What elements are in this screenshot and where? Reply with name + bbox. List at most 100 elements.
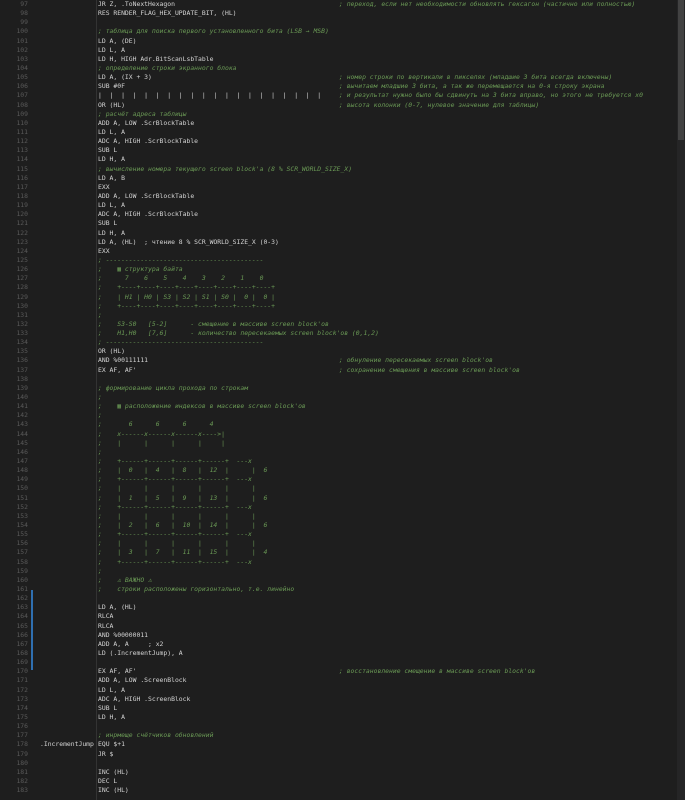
vertical-scrollbar[interactable]	[677, 0, 685, 800]
code-line[interactable]: 114 LD H, A	[0, 155, 685, 164]
code-line[interactable]: 107 | | | | | | | | | | | | | | | | | | |…	[0, 91, 685, 100]
code-line[interactable]: 146;	[0, 448, 685, 457]
code-comment: ; сохранение смещения в массиве screen b…	[339, 365, 520, 374]
code-line[interactable]: 153 ; | | | | | |	[0, 512, 685, 521]
code-text: EX AF, AF'	[98, 667, 137, 676]
scrollbar-thumb[interactable]	[678, 0, 684, 140]
code-line[interactable]: 173 ADC A, HIGH .ScreenBlock	[0, 695, 685, 704]
code-line[interactable]: 138	[0, 375, 685, 384]
code-line[interactable]: 116 LD A, B	[0, 174, 685, 183]
code-line[interactable]: 156 ; | | | | | |	[0, 539, 685, 548]
code-line[interactable]: 136 AND %00111111 ; обнуление пересекаемых…	[0, 356, 685, 365]
code-line[interactable]: 147 ; +------+------+------+------+ ---x	[0, 457, 685, 466]
code-line[interactable]: 135 OR (HL)	[0, 347, 685, 356]
code-line[interactable]: 105 LD A, (IX + 3) ; номер строки по верти…	[0, 73, 685, 82]
code-line[interactable]: 142;	[0, 411, 685, 420]
code-line[interactable]: 159;	[0, 567, 685, 576]
code-line[interactable]: 132 ; S3-S0 [5-2] - смещение в массиве sc…	[0, 320, 685, 329]
code-line[interactable]: 100 ; таблица для поиска первого установл…	[0, 27, 685, 36]
code-line[interactable]: 160 ; ⚠ ВАЖНО ⚠	[0, 576, 685, 585]
code-line[interactable]: 179 JR $	[0, 750, 685, 759]
code-line[interactable]: 126 ; ▦ структура байта	[0, 265, 685, 274]
code-line[interactable]: 177 ; инрмеще счётчиков обновлений	[0, 731, 685, 740]
code-line[interactable]: 162	[0, 594, 685, 603]
code-line[interactable]: 97 JR Z, .ToNextHexagon ; переход, если не…	[0, 0, 685, 9]
code-line[interactable]: 181 INC (HL)	[0, 768, 685, 777]
line-number: 159	[16, 566, 28, 575]
code-line[interactable]: 131;	[0, 311, 685, 320]
line-number: 136	[16, 356, 28, 365]
code-line[interactable]: 109 ; расчёт адреса таблицы	[0, 110, 685, 119]
code-line[interactable]: 125 ; -----------------------------------…	[0, 256, 685, 265]
code-line[interactable]: 151 ; | 1 | 5 | 9 | 13 | | 6	[0, 494, 685, 503]
code-line[interactable]: 139 ; формирование цикла прохода по строк…	[0, 384, 685, 393]
code-line[interactable]: 110 ADD A, LOW .ScrBlockTable	[0, 119, 685, 128]
code-line[interactable]: 128 ; +----+----+----+----+----+----+----…	[0, 283, 685, 292]
code-line[interactable]: 174 SUB L	[0, 704, 685, 713]
code-line[interactable]: 130 ; +----+----+----+----+----+----+----…	[0, 302, 685, 311]
code-lines[interactable]: 97 JR Z, .ToNextHexagon ; переход, если не…	[0, 0, 685, 795]
code-line[interactable]: 133 ; H1,H0 [7,6] - количество пересекаем…	[0, 329, 685, 338]
code-line[interactable]: 103 LD H, HIGH Adr.BitScanLsbTable	[0, 55, 685, 64]
code-line[interactable]: 172 LD L, A	[0, 686, 685, 695]
code-line[interactable]: 157 ; | 3 | 7 | 11 | 15 | | 4	[0, 548, 685, 557]
code-line[interactable]: 123 LD A, (HL) ; чтение 8 % SCR_WORLD_SIZ…	[0, 238, 685, 247]
code-line[interactable]: 165 RLCA	[0, 622, 685, 631]
code-line[interactable]: 155 ; +------+------+------+------+ ---x	[0, 530, 685, 539]
code-line[interactable]: 121 SUB L	[0, 219, 685, 228]
code-line[interactable]: 164 RLCA	[0, 612, 685, 621]
code-line[interactable]: 129 ; | H1 | H0 | S3 | S2 | S1 | S0 | 0 |…	[0, 293, 685, 302]
code-text: DEC L	[98, 776, 118, 785]
code-line[interactable]: 112 ADC A, HIGH .ScrBlockTable	[0, 137, 685, 146]
code-line[interactable]: 180	[0, 759, 685, 768]
code-line[interactable]: 117 EXX	[0, 183, 685, 192]
code-line[interactable]: 104 ; определение строки экранного блока	[0, 64, 685, 73]
code-line[interactable]: 106 SUB #0F ; вычитаем младшие 3 бита, а т…	[0, 82, 685, 91]
code-line[interactable]: 171 ADD A, LOW .ScreenBlock	[0, 676, 685, 685]
code-line[interactable]: 148 ; | 0 | 4 | 8 | 12 | | 6	[0, 466, 685, 475]
code-line[interactable]: 118 ADD A, LOW .ScrBlockTable	[0, 192, 685, 201]
code-line[interactable]: 176	[0, 722, 685, 731]
code-line[interactable]: 115 ; вычисление номера текущего screen b…	[0, 165, 685, 174]
code-line[interactable]: 113 SUB L	[0, 146, 685, 155]
code-line[interactable]: 111 LD L, A	[0, 128, 685, 137]
code-line[interactable]: 149 ; +------+------+------+------+ ---x	[0, 475, 685, 484]
code-line[interactable]: 140;	[0, 393, 685, 402]
code-line[interactable]: 175 LD H, A	[0, 713, 685, 722]
code-line[interactable]: 98 RES RENDER_FLAG_HEX_UPDATE_BIT, (HL)	[0, 9, 685, 18]
code-line[interactable]: 150 ; | | | | | |	[0, 484, 685, 493]
code-line[interactable]: 178 .IncrementJump EQU $+1	[0, 740, 685, 749]
code-line[interactable]: 182 DEC L	[0, 777, 685, 786]
code-editor[interactable]: 97 JR Z, .ToNextHexagon ; переход, если не…	[0, 0, 685, 800]
code-line[interactable]: 141 ; ▦ расположение индексов в массиве s…	[0, 402, 685, 411]
code-line[interactable]: 101 LD A, (DE)	[0, 37, 685, 46]
code-line[interactable]: 102 LD L, A	[0, 46, 685, 55]
line-number: 143	[16, 420, 28, 429]
code-line[interactable]: 120 ADC A, HIGH .ScrBlockTable	[0, 210, 685, 219]
code-line[interactable]: 124 EXX	[0, 247, 685, 256]
code-line[interactable]: 145 ; | | | | |	[0, 439, 685, 448]
line-number: 158	[16, 557, 28, 566]
code-line[interactable]: 144 ; x------x------x------x---->|	[0, 430, 685, 439]
code-line[interactable]: 161 ; строки расположены горизонтально, т…	[0, 585, 685, 594]
code-line[interactable]: 119 LD L, A	[0, 201, 685, 210]
code-line[interactable]: 134 ; -----------------------------------…	[0, 338, 685, 347]
code-line[interactable]: 158 ; +------+------+------+------+ ---x	[0, 558, 685, 567]
code-line[interactable]: 168 LD (.IncrementJump), A	[0, 649, 685, 658]
code-line[interactable]: 154 ; | 2 | 6 | 10 | 14 | | 6	[0, 521, 685, 530]
code-line[interactable]: 166 AND %00000011	[0, 631, 685, 640]
code-line[interactable]: 167 ADD A, A ; x2	[0, 640, 685, 649]
code-line[interactable]: 170 EX AF, AF' ; восстановление смещение в…	[0, 667, 685, 676]
code-line[interactable]: 127 ; 7 6 5 4 3 2 1 0	[0, 274, 685, 283]
code-line[interactable]: 152 ; +------+------+------+------+ ---x	[0, 503, 685, 512]
code-line[interactable]: 183 INC (HL)	[0, 786, 685, 795]
code-line[interactable]: 122 LD H, A	[0, 229, 685, 238]
code-line[interactable]: 143 ; 6 6 6 4	[0, 420, 685, 429]
line-number: 125	[16, 255, 28, 264]
code-line[interactable]: 137 EX AF, AF' ; сохранение смещения в мас…	[0, 366, 685, 375]
code-line[interactable]: 169	[0, 658, 685, 667]
line-number: 170	[16, 667, 28, 676]
code-line[interactable]: 108 OR (HL) ; высота колонки (0-7, нулевое…	[0, 101, 685, 110]
code-line[interactable]: 163 LD A, (HL)	[0, 603, 685, 612]
code-line[interactable]: 99	[0, 18, 685, 27]
